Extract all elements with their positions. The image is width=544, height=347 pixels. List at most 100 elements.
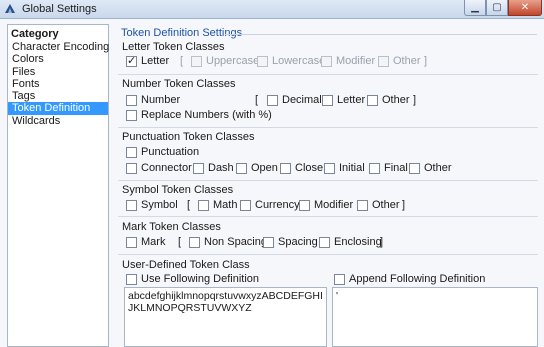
letter-other-label: Other [393, 55, 421, 67]
connector-label: Connector [141, 162, 192, 174]
letter-bracket-close: ] [424, 55, 428, 67]
symbol-group-divider [118, 216, 538, 217]
number-letter-checkbox[interactable] [322, 95, 333, 106]
append-definition-textarea[interactable]: ' [332, 287, 538, 347]
mark-checkbox[interactable] [126, 237, 137, 248]
symbol-bracket-close: ] [402, 199, 406, 211]
number-letter-label: Letter [337, 94, 366, 106]
number-group-divider [118, 127, 538, 128]
lowercase-checkbox[interactable] [257, 56, 268, 67]
symbol-checkbox[interactable] [126, 200, 137, 211]
category-panel: Category Character Encoding Colors Files… [7, 24, 109, 347]
punctuation-checkbox[interactable] [126, 147, 137, 158]
category-list: Character Encoding Colors Files Fonts Ta… [8, 41, 109, 127]
letter-group-divider [118, 74, 538, 75]
letter-group-title: Letter Token Classes [122, 41, 225, 53]
punctuation-label: Punctuation [141, 146, 200, 158]
spacing-label: Spacing [278, 236, 318, 248]
letter-label: Letter [141, 55, 170, 67]
number-other-checkbox[interactable] [367, 95, 378, 106]
category-item-tags[interactable]: Tags [8, 90, 108, 102]
initial-label: Initial [339, 162, 365, 174]
non-spacing-checkbox[interactable] [189, 237, 200, 248]
category-item-character-encoding[interactable]: Character Encoding [8, 41, 109, 53]
symbol-other-label: Other [372, 199, 400, 211]
minimize-button[interactable]: ▁ [464, 0, 486, 16]
use-following-checkbox[interactable] [126, 274, 137, 285]
category-item-wildcards[interactable]: Wildcards [8, 115, 108, 127]
final-checkbox[interactable] [369, 163, 380, 174]
use-following-label: Use Following Definition [141, 273, 259, 285]
append-following-checkbox[interactable] [334, 274, 345, 285]
panel-title: Token Definition Settings [121, 27, 243, 39]
punctuation-other-label: Other [424, 162, 452, 174]
letter-modifier-checkbox[interactable] [321, 56, 332, 67]
user-defined-group-title: User-Defined Token Class [122, 259, 250, 271]
enclosing-checkbox[interactable] [319, 237, 330, 248]
symbol-other-checkbox[interactable] [357, 200, 368, 211]
close-checkbox[interactable] [280, 163, 291, 174]
panel-title-divider [225, 34, 537, 35]
title-bar: Global Settings ▁ ▢ ✕ [0, 0, 544, 19]
close-button[interactable]: ✕ [508, 0, 542, 16]
letter-bracket-open: [ [180, 55, 184, 67]
math-label: Math [213, 199, 238, 211]
category-item-files[interactable]: Files [8, 66, 108, 78]
symbol-bracket-open: [ [187, 199, 191, 211]
letter-other-checkbox[interactable] [378, 56, 389, 67]
replace-numbers-label: Replace Numbers (with %) [141, 109, 272, 121]
category-item-fonts[interactable]: Fonts [8, 78, 108, 90]
symbol-label: Symbol [141, 199, 178, 211]
symbol-modifier-label: Modifier [314, 199, 354, 211]
open-label: Open [251, 162, 278, 174]
category-item-colors[interactable]: Colors [8, 53, 108, 65]
currency-checkbox[interactable] [240, 200, 251, 211]
initial-checkbox[interactable] [324, 163, 335, 174]
symbol-group-title: Symbol Token Classes [122, 184, 234, 196]
mark-bracket-close: ] [380, 236, 384, 248]
category-item-token-definition[interactable]: Token Definition [8, 102, 108, 115]
close-label: Close [295, 162, 324, 174]
letter-checkbox[interactable] [126, 54, 137, 67]
uppercase-checkbox[interactable] [191, 56, 202, 67]
close-icon: ✕ [520, 2, 530, 13]
letter-modifier-label: Modifier [336, 55, 376, 67]
decimal-label: Decimal [282, 94, 322, 106]
mark-label: Mark [141, 236, 166, 248]
spacing-checkbox[interactable] [263, 237, 274, 248]
window-title: Global Settings [22, 3, 97, 15]
definition-textarea[interactable]: abcdefghijklmnopqrstuvwxyzABCDEFGHIJKLMN… [124, 287, 327, 347]
dash-label: Dash [208, 162, 234, 174]
non-spacing-label: Non Spacing [204, 236, 267, 248]
settings-panel: Token Definition Settings Letter Token C… [116, 24, 542, 347]
number-label: Number [141, 94, 181, 106]
append-following-label: Append Following Definition [349, 273, 486, 285]
minimize-icon: ▁ [471, 2, 479, 13]
number-other-label: Other [382, 94, 410, 106]
number-bracket-close: ] [413, 94, 417, 106]
replace-numbers-checkbox[interactable] [126, 110, 137, 121]
decimal-checkbox[interactable] [267, 95, 278, 106]
mark-bracket-open: [ [178, 236, 182, 248]
dash-checkbox[interactable] [193, 163, 204, 174]
currency-label: Currency [255, 199, 300, 211]
lowercase-label: Lowercase [272, 55, 326, 67]
mark-group-divider [118, 254, 538, 255]
number-bracket-open: [ [255, 94, 259, 106]
punctuation-group-title: Punctuation Token Classes [122, 131, 255, 143]
punctuation-group-divider [118, 180, 538, 181]
dialog-body: Category Character Encoding Colors Files… [0, 19, 544, 347]
open-checkbox[interactable] [236, 163, 247, 174]
maximize-button[interactable]: ▢ [486, 0, 508, 16]
number-checkbox[interactable] [126, 95, 137, 106]
number-group-title: Number Token Classes [122, 78, 236, 90]
final-label: Final [384, 162, 408, 174]
symbol-modifier-checkbox[interactable] [299, 200, 310, 211]
math-checkbox[interactable] [198, 200, 209, 211]
enclosing-label: Enclosing [334, 236, 382, 248]
punctuation-other-checkbox[interactable] [409, 163, 420, 174]
app-icon [5, 4, 15, 13]
uppercase-label: Uppercase [206, 55, 260, 67]
connector-checkbox[interactable] [126, 163, 137, 174]
maximize-icon: ▢ [492, 2, 502, 13]
